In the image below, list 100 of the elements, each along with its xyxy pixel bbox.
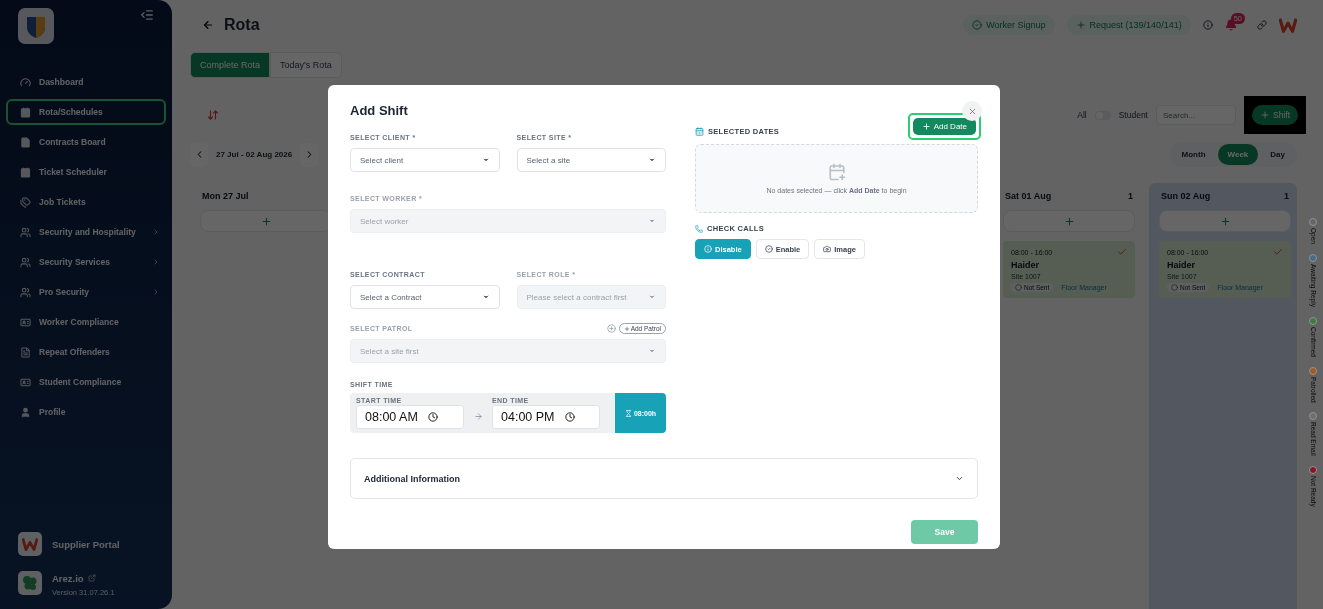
shift-count: 1 (1284, 191, 1289, 201)
select-field[interactable]: Select client (350, 148, 500, 172)
header-action-button[interactable]: Request (139/140/141) (1066, 15, 1191, 35)
caret-icon (648, 217, 656, 225)
nav-item[interactable]: Contracts Board (6, 129, 166, 155)
time-field[interactable]: 04:00 PM (492, 405, 600, 429)
shift-count: 1 (1128, 191, 1133, 201)
view-tab[interactable]: Day (1260, 144, 1295, 165)
plus-icon (623, 325, 630, 332)
close-icon (967, 106, 977, 116)
add-circle-icon[interactable] (606, 324, 616, 333)
check-icon (1273, 247, 1283, 257)
nav-item[interactable]: Pro Security (6, 279, 166, 305)
plus-icon (1260, 110, 1270, 120)
dialog-title: Add Shift (350, 103, 409, 118)
nav-item[interactable]: Student Compliance (6, 369, 166, 395)
nav-item[interactable]: Worker Compliance (6, 309, 166, 335)
chevron-down-icon (955, 474, 964, 483)
brand-name: Arez.io (52, 573, 84, 584)
chevron-right-icon (152, 288, 160, 296)
select-field: Select worker (350, 209, 666, 233)
page-title: Rota (224, 16, 260, 34)
collapse-menu-icon[interactable] (140, 8, 154, 22)
select-field: Please select a contract first (516, 285, 666, 309)
view-tab[interactable]: Month (1171, 144, 1216, 165)
users-icon (20, 286, 31, 298)
day-heading: Sat 01 Aug (1005, 191, 1052, 201)
toggle-label: All (1077, 110, 1087, 120)
plus-icon (921, 122, 931, 131)
nav-item[interactable]: Dashboard (6, 69, 166, 95)
check-icon (1117, 247, 1127, 257)
w-logo (22, 536, 38, 552)
camera-icon (823, 245, 832, 253)
select-field[interactable]: Select a site (516, 148, 666, 172)
caret-icon (648, 347, 656, 355)
gauge-icon (20, 76, 31, 88)
select-field: Select a site first (350, 339, 666, 363)
sort-icon[interactable] (207, 109, 219, 121)
plus-icon (1219, 215, 1231, 227)
calendar-icon (20, 106, 31, 118)
clock-icon (564, 412, 575, 422)
notification-bell-icon[interactable] (1224, 19, 1237, 31)
clock-icon (427, 412, 438, 422)
document-icon (20, 136, 31, 148)
nav-item[interactable]: Job Tickets (6, 189, 166, 215)
external-link-icon[interactable] (88, 574, 97, 582)
worker-name: Haider (1167, 260, 1196, 270)
w-logo (1279, 16, 1297, 34)
time-field[interactable]: 08:00 AM (356, 405, 464, 429)
users-icon (20, 256, 31, 268)
calendar-icon (20, 166, 31, 178)
chevron-right-icon (152, 258, 160, 266)
id-card-icon (20, 316, 31, 328)
plus-icon (1063, 215, 1075, 227)
document-icon (20, 346, 31, 358)
caret-icon (481, 293, 490, 301)
tab[interactable]: Complete Rota (190, 52, 271, 78)
nav-item[interactable]: Repeat Offenders (6, 339, 166, 365)
nav-item[interactable]: Profile (6, 399, 166, 425)
caret-icon (481, 156, 490, 164)
caret-icon (648, 156, 656, 164)
add-date-button[interactable]: Add Date (912, 118, 976, 135)
link-icon[interactable] (1257, 20, 1267, 30)
users-icon (20, 226, 31, 238)
select-field[interactable]: Select a Contract (350, 285, 500, 309)
info-icon[interactable] (1202, 20, 1213, 30)
check-circle-icon (764, 245, 773, 253)
toggle-label: Student (1118, 110, 1148, 120)
tag-icon (20, 196, 31, 208)
person-icon (20, 406, 31, 418)
circle-icon (1015, 284, 1022, 291)
portal-link[interactable]: Supplier Portal (18, 532, 166, 556)
plus-icon (1075, 20, 1086, 30)
nav-item[interactable]: Security Services (6, 249, 166, 275)
worker-name: Haider (1011, 260, 1040, 270)
nav-item[interactable]: Ticket Scheduler (6, 159, 166, 185)
date-range: 27 Jul - 02 Aug 2026 (216, 150, 293, 159)
calendar-icon (695, 127, 704, 136)
accordion-header[interactable]: Additional Information (350, 458, 978, 499)
back-arrow-icon[interactable] (202, 19, 214, 31)
add-shift-button[interactable]: Shift (1252, 105, 1298, 125)
hourglass-icon (624, 409, 632, 417)
view-tab[interactable]: Week (1217, 144, 1259, 165)
id-card-icon (20, 376, 31, 388)
circle-icon (1171, 284, 1178, 291)
phone-icon (695, 224, 703, 233)
day-heading: Mon 27 Jul (202, 191, 249, 201)
plus-icon (260, 215, 272, 227)
nav-item[interactable]: Rota/Schedules (6, 99, 166, 125)
crest-logo (18, 8, 54, 44)
calendar-plus-icon (827, 163, 846, 181)
nav-item[interactable]: Security and Hospitality (6, 219, 166, 245)
clover-logo (18, 570, 42, 595)
tab[interactable]: Today's Rota (270, 52, 342, 78)
header-action-button[interactable]: Worker Signup (963, 15, 1055, 35)
arrow-right-icon (474, 412, 483, 421)
info-icon (704, 245, 712, 253)
close-button[interactable] (962, 101, 982, 121)
caret-icon (648, 293, 656, 301)
check-circle-icon (972, 20, 983, 30)
